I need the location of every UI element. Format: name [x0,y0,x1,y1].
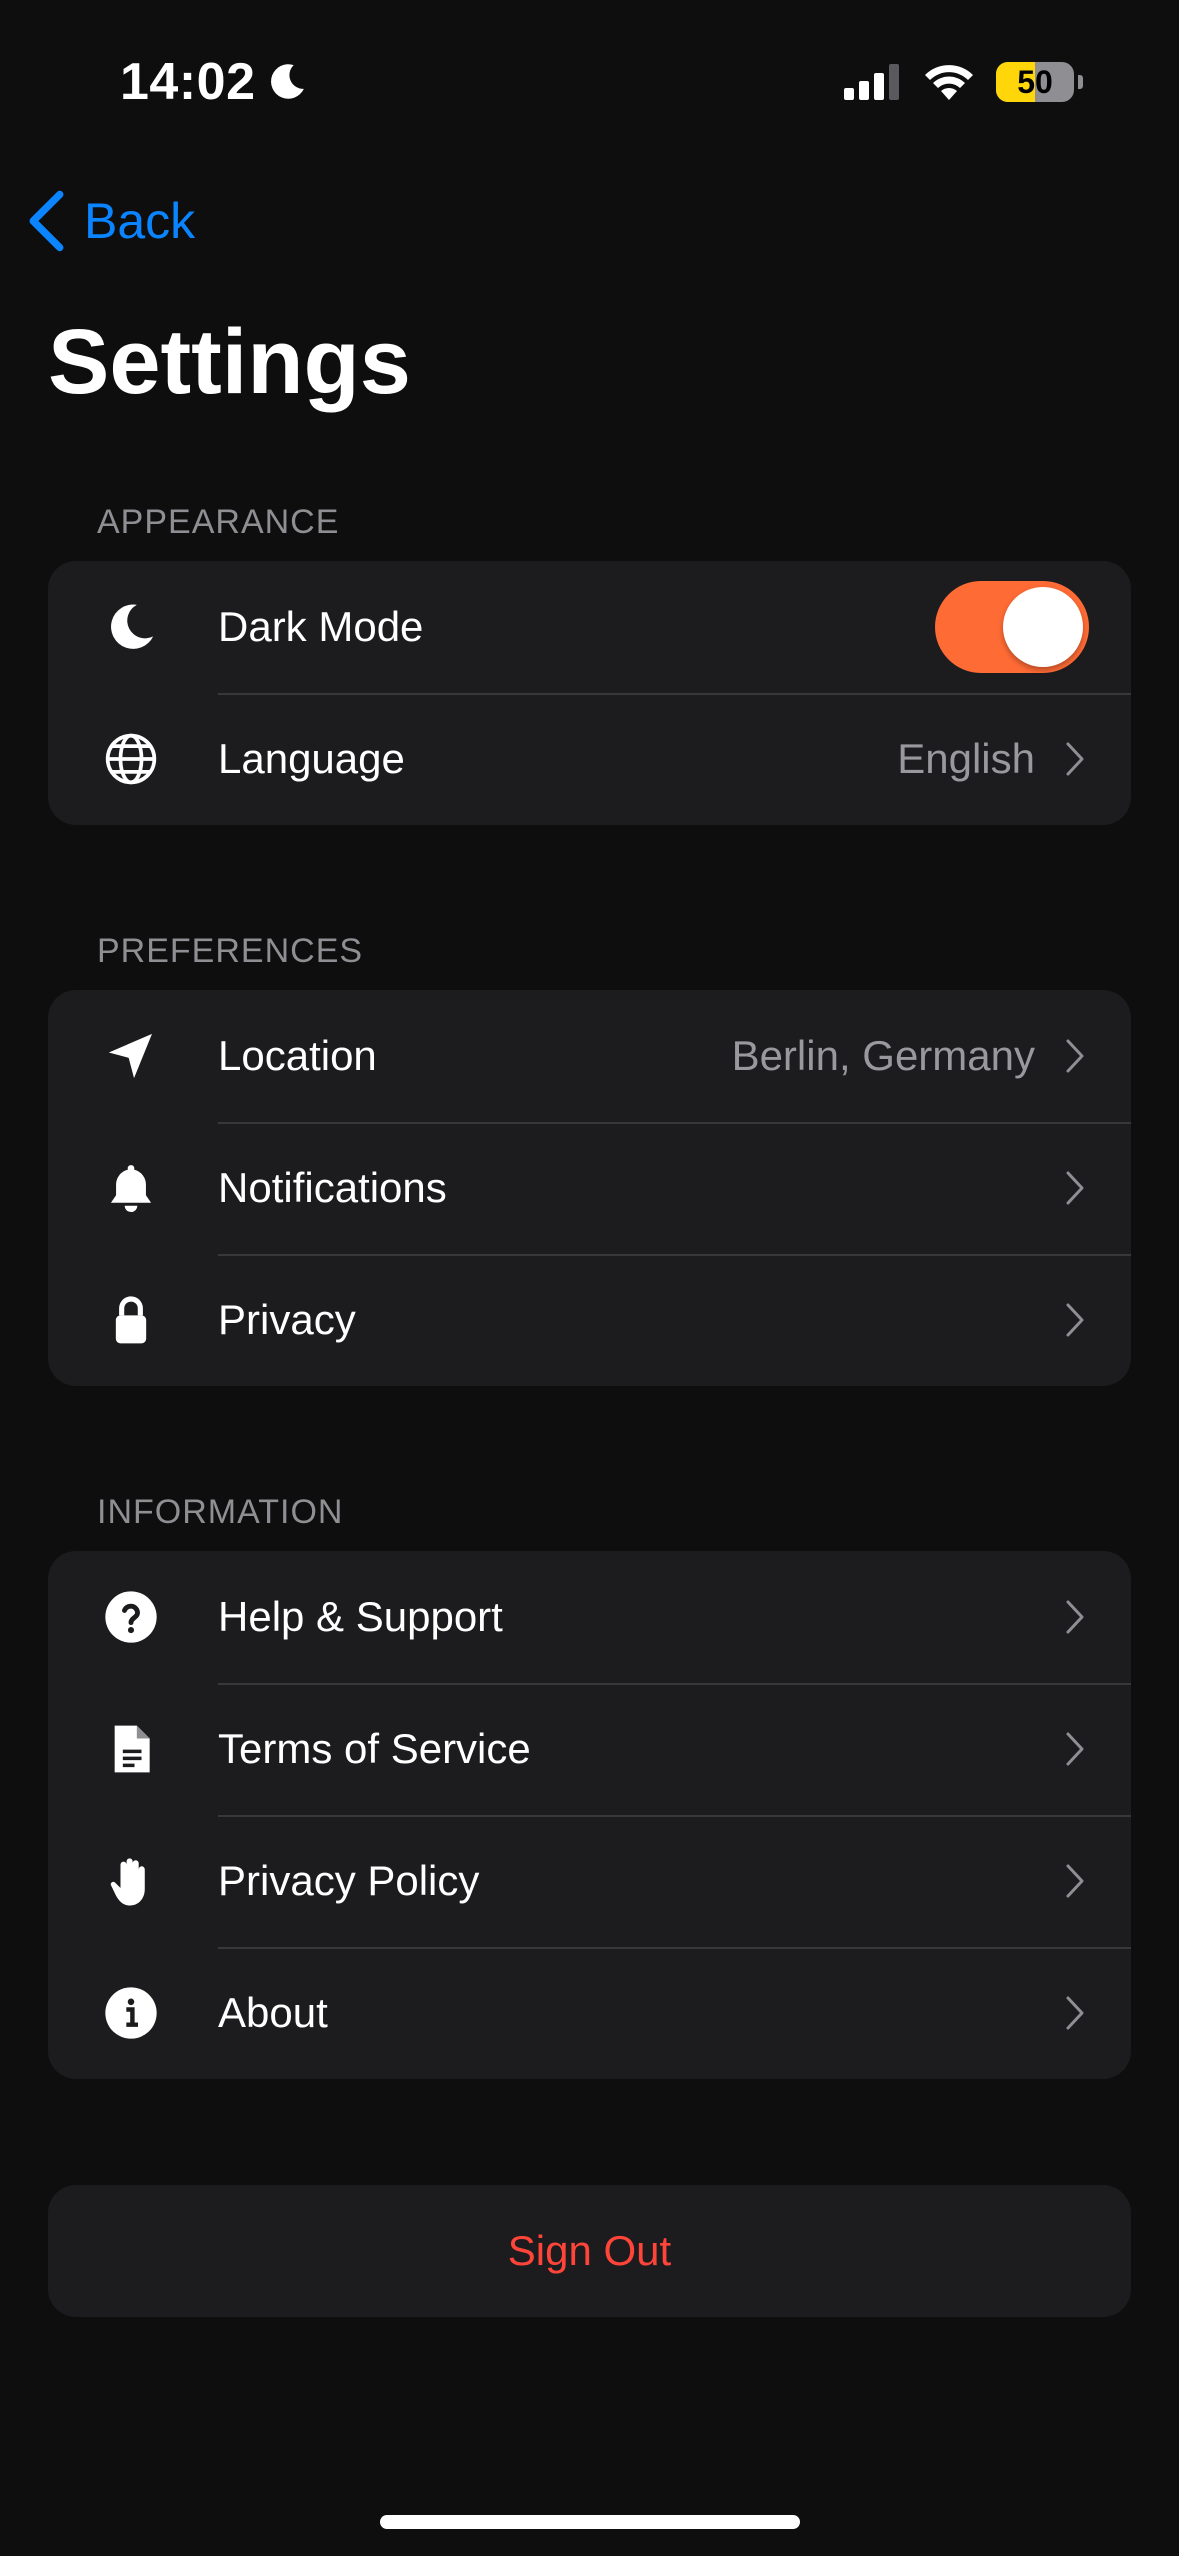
moon-icon [103,599,159,655]
dark-mode-row: Dark Mode [48,561,1131,693]
information-group: Help & Support Terms of Service Privacy … [48,1551,1131,2079]
location-row[interactable]: Location Berlin, Germany [48,990,1131,1122]
about-label: About [218,1989,328,2036]
notifications-label: Notifications [218,1164,447,1211]
back-button[interactable]: Back [24,190,195,252]
toggle-knob [1003,587,1083,667]
battery-percent: 50 [1017,63,1053,100]
dark-mode-label: Dark Mode [218,603,424,650]
notifications-row[interactable]: Notifications [48,1122,1131,1254]
chevron-right-icon [1066,742,1084,776]
wifi-icon [925,65,973,100]
location-arrow-icon [103,1028,159,1084]
chevron-right-icon [1066,1171,1084,1205]
cellular-signal-icon [844,64,899,100]
language-label: Language [218,735,405,782]
preferences-group: Location Berlin, Germany Notifications P… [48,990,1131,1386]
home-indicator [380,2515,800,2529]
moon-icon [270,64,304,99]
battery-indicator: 50 [996,62,1074,102]
time-label: 14:02 [120,53,256,111]
hand-icon [103,1853,159,1909]
chevron-right-icon [1066,1039,1084,1073]
question-circle-icon [103,1589,159,1645]
page-title: Settings [48,311,411,413]
globe-icon [103,731,159,787]
privacy-label: Privacy [218,1296,356,1343]
battery-tip [1078,75,1083,89]
bell-icon [103,1160,159,1216]
help-support-row[interactable]: Help & Support [48,1551,1131,1683]
location-value: Berlin, Germany [731,1032,1035,1079]
status-time: 14:02 [120,52,310,112]
terms-of-service-label: Terms of Service [218,1725,531,1772]
section-header-information: INFORMATION [97,1493,344,1531]
terms-of-service-row[interactable]: Terms of Service [48,1683,1131,1815]
appearance-group: Dark Mode Language English [48,561,1131,825]
chevron-right-icon [1066,1996,1084,2030]
chevron-right-icon [1066,1732,1084,1766]
about-row[interactable]: About [48,1947,1131,2079]
chevron-right-icon [1066,1864,1084,1898]
chevron-left-icon [29,190,64,252]
language-value: English [897,735,1035,782]
language-row[interactable]: Language English [48,693,1131,825]
lock-icon [103,1292,159,1348]
location-label: Location [218,1032,377,1079]
section-header-appearance: APPEARANCE [97,503,340,541]
sign-out-button[interactable]: Sign Out [48,2185,1131,2317]
document-icon [103,1721,159,1777]
info-circle-icon [103,1985,159,2041]
back-label: Back [84,193,196,249]
chevron-right-icon [1066,1600,1084,1634]
status-bar: 14:02 50 [0,0,1179,170]
help-support-label: Help & Support [218,1593,503,1640]
privacy-policy-row[interactable]: Privacy Policy [48,1815,1131,1947]
dark-mode-toggle[interactable] [935,581,1089,673]
privacy-policy-label: Privacy Policy [218,1857,480,1904]
privacy-row[interactable]: Privacy [48,1254,1131,1386]
section-header-preferences: PREFERENCES [97,932,364,970]
chevron-right-icon [1066,1303,1084,1337]
status-indicators: 50 [844,62,1083,102]
